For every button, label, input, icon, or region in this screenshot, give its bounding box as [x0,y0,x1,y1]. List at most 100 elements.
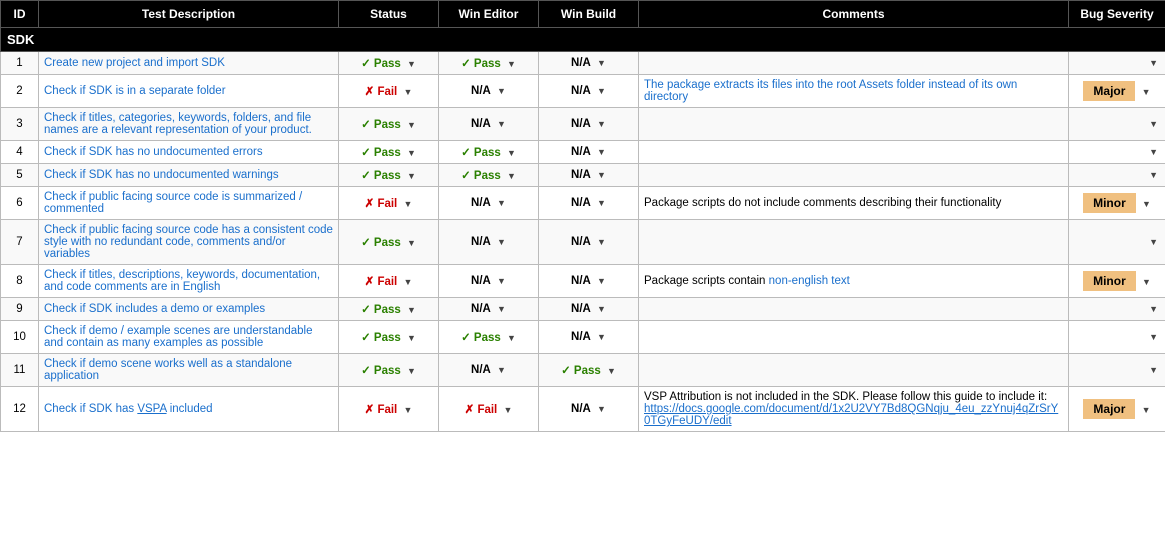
row-status[interactable]: ✗ Fail ▼ [339,187,439,220]
header-bug-severity: Bug Severity [1069,1,1165,28]
header-win-editor: Win Editor [439,1,539,28]
row-win-build[interactable]: N/A ▼ [539,75,639,108]
row-win-editor[interactable]: ✓ Pass ▼ [439,141,539,164]
row-bug-severity[interactable]: ▼ [1069,108,1165,141]
table-row: 7Check if public facing source code has … [1,220,1165,265]
row-win-build[interactable]: N/A ▼ [539,187,639,220]
header-row: ID Test Description Status Win Editor Wi… [1,1,1165,28]
row-id: 10 [1,321,39,354]
row-id: 1 [1,52,39,75]
row-bug-severity[interactable]: ▼ [1069,354,1165,387]
row-win-editor[interactable]: N/A ▼ [439,298,539,321]
row-description: Check if public facing source code is su… [39,187,339,220]
row-id: 6 [1,187,39,220]
row-bug-severity[interactable]: ▼ [1069,141,1165,164]
row-comment [639,52,1069,75]
row-comment [639,298,1069,321]
row-bug-severity[interactable]: ▼ [1069,220,1165,265]
row-win-build[interactable]: N/A ▼ [539,164,639,187]
table-row: 5Check if SDK has no undocumented warnin… [1,164,1165,187]
row-id: 3 [1,108,39,141]
row-status[interactable]: ✓ Pass ▼ [339,141,439,164]
row-win-editor[interactable]: ✗ Fail ▼ [439,387,539,432]
row-win-editor[interactable]: N/A ▼ [439,354,539,387]
row-bug-severity[interactable]: Minor ▼ [1069,265,1165,298]
table-row: 4Check if SDK has no undocumented errors… [1,141,1165,164]
row-win-build[interactable]: N/A ▼ [539,52,639,75]
row-comment [639,141,1069,164]
row-win-build[interactable]: ✓ Pass ▼ [539,354,639,387]
row-win-build[interactable]: N/A ▼ [539,298,639,321]
header-desc: Test Description [39,1,339,28]
row-win-build[interactable]: N/A ▼ [539,387,639,432]
row-id: 4 [1,141,39,164]
sdk-group-row: SDK [1,28,1165,52]
row-bug-severity[interactable]: ▼ [1069,52,1165,75]
row-description: Check if public facing source code has a… [39,220,339,265]
row-comment: VSP Attribution is not included in the S… [639,387,1069,432]
row-status[interactable]: ✓ Pass ▼ [339,298,439,321]
row-description: Create new project and import SDK [39,52,339,75]
row-description: Check if titles, descriptions, keywords,… [39,265,339,298]
row-description: Check if SDK has no undocumented errors [39,141,339,164]
row-status[interactable]: ✗ Fail ▼ [339,387,439,432]
row-description: Check if SDK is in a separate folder [39,75,339,108]
row-bug-severity[interactable]: Minor ▼ [1069,187,1165,220]
row-comment [639,220,1069,265]
row-win-editor[interactable]: ✓ Pass ▼ [439,164,539,187]
row-status[interactable]: ✗ Fail ▼ [339,75,439,108]
row-win-build[interactable]: N/A ▼ [539,321,639,354]
row-win-editor[interactable]: N/A ▼ [439,187,539,220]
row-status[interactable]: ✓ Pass ▼ [339,164,439,187]
row-description: Check if titles, categories, keywords, f… [39,108,339,141]
row-win-editor[interactable]: ✓ Pass ▼ [439,52,539,75]
row-bug-severity[interactable]: ▼ [1069,298,1165,321]
row-status[interactable]: ✓ Pass ▼ [339,108,439,141]
row-id: 5 [1,164,39,187]
row-description: Check if SDK has VSPA included [39,387,339,432]
row-status[interactable]: ✓ Pass ▼ [339,354,439,387]
row-id: 12 [1,387,39,432]
test-results-table: ID Test Description Status Win Editor Wi… [0,0,1165,432]
row-win-editor[interactable]: ✓ Pass ▼ [439,321,539,354]
header-id: ID [1,1,39,28]
row-description: Check if demo scene works well as a stan… [39,354,339,387]
row-status[interactable]: ✓ Pass ▼ [339,321,439,354]
table-row: 12Check if SDK has VSPA included✗ Fail ▼… [1,387,1165,432]
row-win-editor[interactable]: N/A ▼ [439,75,539,108]
row-description: Check if SDK has no undocumented warning… [39,164,339,187]
row-comment [639,108,1069,141]
header-win-build: Win Build [539,1,639,28]
row-bug-severity[interactable]: ▼ [1069,321,1165,354]
row-win-build[interactable]: N/A ▼ [539,220,639,265]
table-row: 9Check if SDK includes a demo or example… [1,298,1165,321]
row-status[interactable]: ✓ Pass ▼ [339,220,439,265]
row-win-build[interactable]: N/A ▼ [539,108,639,141]
header-status: Status [339,1,439,28]
row-win-editor[interactable]: N/A ▼ [439,220,539,265]
row-win-build[interactable]: N/A ▼ [539,141,639,164]
table-row: 6Check if public facing source code is s… [1,187,1165,220]
sdk-label: SDK [1,28,1165,52]
row-bug-severity[interactable]: ▼ [1069,164,1165,187]
row-comment: Package scripts do not include comments … [639,187,1069,220]
row-id: 7 [1,220,39,265]
table-row: 3Check if titles, categories, keywords, … [1,108,1165,141]
row-status[interactable]: ✗ Fail ▼ [339,265,439,298]
row-description: Check if SDK includes a demo or examples [39,298,339,321]
row-bug-severity[interactable]: Major ▼ [1069,387,1165,432]
header-comments: Comments [639,1,1069,28]
row-id: 11 [1,354,39,387]
row-win-editor[interactable]: N/A ▼ [439,265,539,298]
table-row: 1Create new project and import SDK✓ Pass… [1,52,1165,75]
row-win-build[interactable]: N/A ▼ [539,265,639,298]
row-win-editor[interactable]: N/A ▼ [439,108,539,141]
table-row: 10Check if demo / example scenes are und… [1,321,1165,354]
row-status[interactable]: ✓ Pass ▼ [339,52,439,75]
row-bug-severity[interactable]: Major ▼ [1069,75,1165,108]
row-id: 8 [1,265,39,298]
table-row: 2Check if SDK is in a separate folder✗ F… [1,75,1165,108]
table-row: 8Check if titles, descriptions, keywords… [1,265,1165,298]
row-comment [639,354,1069,387]
row-comment: The package extracts its files into the … [639,75,1069,108]
